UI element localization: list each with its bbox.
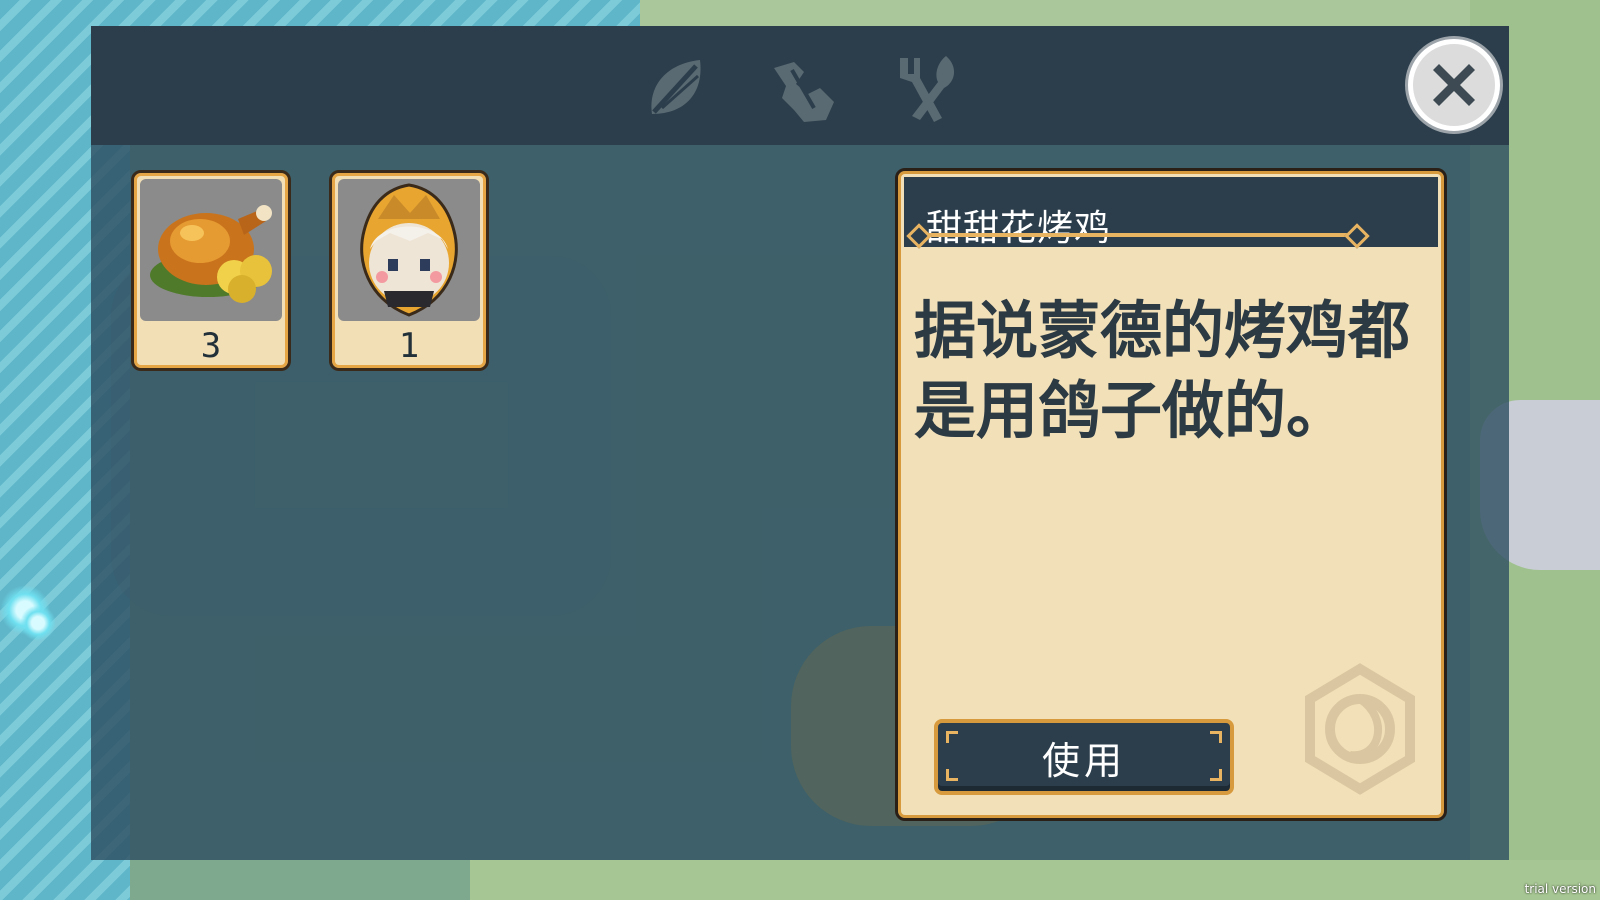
item-description: 据说蒙德的烤鸡都是用鸽子做的。 [914,294,1411,447]
close-icon [1433,64,1475,106]
item-icon-frame [140,179,282,321]
use-button-label: 使用 [1041,738,1126,783]
close-button[interactable] [1408,39,1500,131]
fork-knife-icon [900,56,955,122]
character-portrait-icon [360,183,458,317]
item-detail-header: 甜甜花烤鸡 [904,177,1438,249]
item-count: 3 [200,326,222,366]
item-count: 1 [398,326,420,366]
herb-icon [774,62,834,122]
leaf-icon [651,60,701,114]
roast-chicken-icon [150,205,272,303]
item-slot-character-token[interactable]: 1 [329,170,489,371]
use-button[interactable]: 使用 [934,719,1234,795]
item-icon-frame [338,179,480,321]
button-corner-ornament [946,731,958,743]
tab-materials[interactable] [764,48,844,128]
triquetra-emblem-icon [1305,663,1415,795]
grass-bottom [470,860,1600,900]
button-corner-ornament [1210,731,1222,743]
glowing-flower [20,605,56,641]
item-title: 甜甜花烤鸡 [926,208,1112,249]
trial-version-watermark: trial version [1524,882,1596,896]
inventory-panel: 3 1 甜甜花烤鸡 据说蒙德的烤鸡都是用鸽子做的。 使用 [91,26,1509,860]
title-underline-ornament [918,233,1358,237]
tab-ingredients[interactable] [638,48,718,128]
item-slot-roast-chicken[interactable]: 3 [131,170,291,371]
tab-dishes[interactable] [886,48,966,128]
button-corner-ornament [1210,769,1222,781]
button-corner-ornament [946,769,958,781]
tab-bar [91,26,1509,145]
item-detail-card: 甜甜花烤鸡 据说蒙德的烤鸡都是用鸽子做的。 使用 [895,168,1447,821]
